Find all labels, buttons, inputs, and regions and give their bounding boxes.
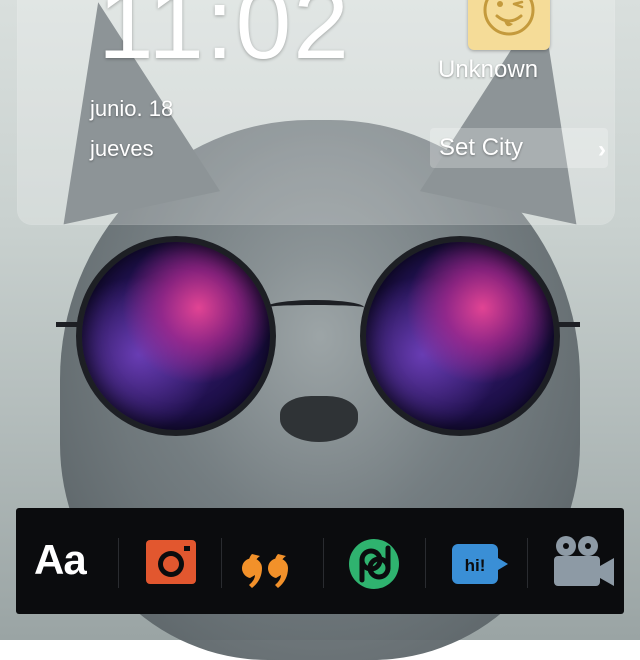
cat-nose: [280, 396, 358, 442]
glasses-temple-left: [56, 322, 78, 327]
dock-item-camera[interactable]: [119, 508, 219, 614]
hi-chat-label: hi!: [465, 556, 486, 575]
link-icon: [349, 539, 399, 589]
clock-time[interactable]: 11:02: [98, 0, 351, 74]
chevron-right-icon: ›: [598, 136, 606, 163]
glasses-bridge: [266, 300, 364, 315]
bottom-dock: Aa hi!: [16, 508, 624, 614]
hi-chat-icon: hi!: [452, 544, 508, 584]
quote-icon: [242, 554, 288, 588]
set-city-label: Set City: [439, 134, 524, 161]
font-icon: Aa: [34, 536, 87, 583]
video-camera-icon: [554, 536, 614, 586]
smiley-wink-sticky-note-icon[interactable]: [468, 0, 550, 50]
set-city-button[interactable]: Set City ›: [430, 128, 608, 168]
glasses-temple-right: [558, 322, 580, 327]
smiley-face-icon: [483, 0, 535, 36]
dock-item-text-style[interactable]: Aa: [16, 508, 116, 614]
dock-item-chat[interactable]: hi!: [426, 508, 526, 614]
weather-condition: Unknown: [438, 56, 539, 83]
dock-item-quote[interactable]: [222, 508, 322, 614]
camera-icon: [146, 540, 196, 584]
clock-date: junio. 18: [90, 96, 174, 121]
dock-item-link[interactable]: [324, 508, 424, 614]
dock-item-video[interactable]: [528, 508, 628, 614]
glasses-lens-left: [76, 236, 276, 436]
clock-weekday: jueves: [90, 136, 154, 161]
clock-weather-widget[interactable]: 11:02 junio. 18 jueves Unknown Set City …: [18, 0, 614, 224]
glasses-lens-right: [360, 236, 560, 436]
